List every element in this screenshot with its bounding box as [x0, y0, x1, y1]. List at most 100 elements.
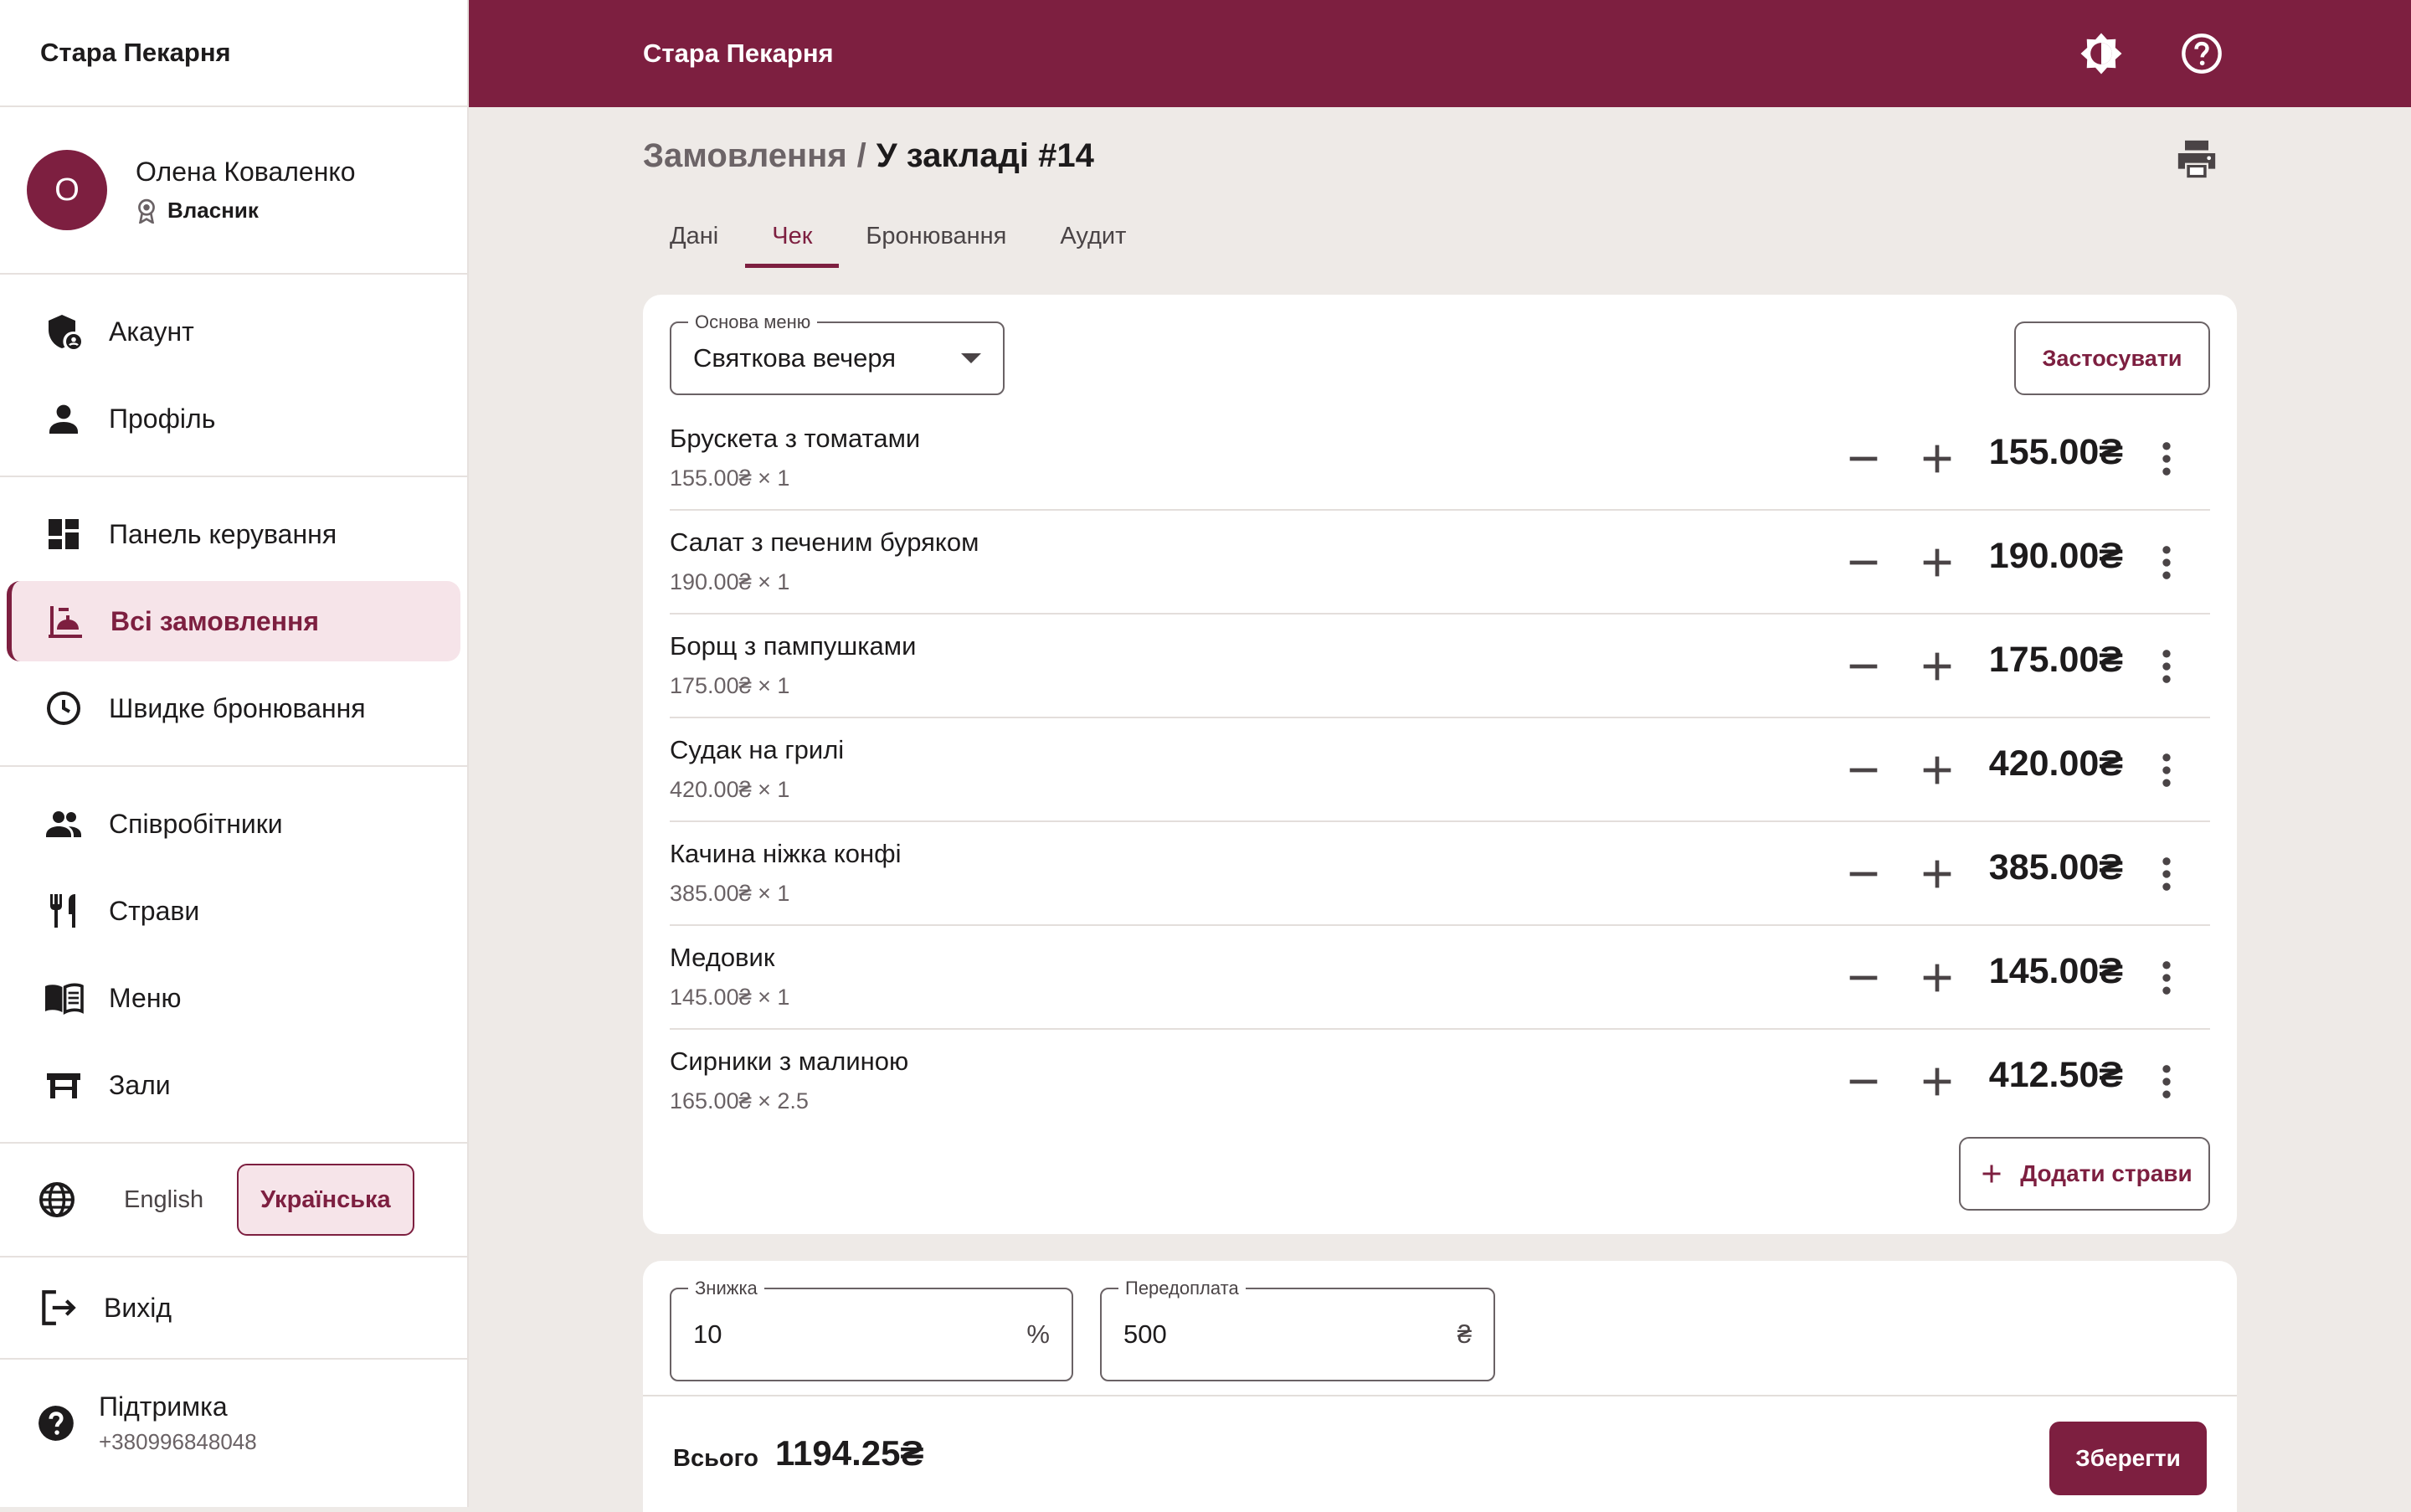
- item-name: Судак на грилі: [670, 735, 845, 764]
- sidebar-item-staff[interactable]: Співробітники: [7, 784, 460, 864]
- logout-button[interactable]: Вихід: [0, 1257, 467, 1360]
- support-title: Підтримка: [99, 1391, 228, 1422]
- item-detail: 155.00₴ × 1: [670, 465, 790, 491]
- nav-group-account: Акаунт Профіль: [0, 275, 467, 477]
- item-name: Борщ з пампушками: [670, 631, 917, 661]
- sidebar-brand: Стара Пекарня: [0, 0, 467, 107]
- brightness-icon: [2080, 33, 2122, 75]
- list-item: Судак на грилі 420.00₴ × 1 420.00₴: [670, 718, 2210, 822]
- plus-icon[interactable]: [1914, 954, 1961, 1001]
- plus-icon[interactable]: [1914, 539, 1961, 586]
- tab-booking[interactable]: Бронювання: [839, 208, 1033, 268]
- tab-receipt[interactable]: Чек: [745, 208, 840, 268]
- plus-icon[interactable]: [1914, 1058, 1961, 1105]
- receipt-items-list: Брускета з томатами 155.00₴ × 1 155.00₴ …: [670, 407, 2210, 1134]
- printer-icon: [2177, 140, 2216, 178]
- item-detail: 175.00₴ × 1: [670, 673, 790, 698]
- discount-suffix: %: [1026, 1319, 1050, 1349]
- item-name: Качина ніжка конфі: [670, 839, 902, 868]
- more-vertical-icon[interactable]: [2143, 1058, 2190, 1105]
- breadcrumb-current: У закладі #14: [876, 137, 1094, 174]
- help-button[interactable]: [2175, 27, 2229, 80]
- minus-icon[interactable]: [1840, 1058, 1887, 1105]
- minus-icon[interactable]: [1840, 643, 1887, 690]
- minus-icon[interactable]: [1840, 539, 1887, 586]
- table-icon: [47, 1073, 80, 1098]
- people-icon: [46, 811, 81, 837]
- sidebar: Стара Пекарня О Олена Коваленко Власник: [0, 0, 469, 1507]
- discount-value: 10: [693, 1319, 722, 1349]
- plus-icon[interactable]: [1914, 851, 1961, 897]
- item-name: Брускета з томатами: [670, 424, 921, 453]
- person-icon: [49, 404, 78, 434]
- shield-account-icon: [49, 315, 81, 349]
- minus-icon[interactable]: [1840, 747, 1887, 794]
- sidebar-item-quick-booking[interactable]: Швидке бронювання: [7, 668, 460, 748]
- user-name: Олена Коваленко: [136, 157, 356, 187]
- menu-base-value: Святкова вечеря: [693, 343, 897, 373]
- user-role-label: Власник: [167, 198, 259, 223]
- add-dishes-button[interactable]: Додати страви: [1959, 1137, 2210, 1211]
- plus-icon[interactable]: [1914, 643, 1961, 690]
- sidebar-item-menu[interactable]: Меню: [7, 958, 460, 1038]
- item-name: Салат з печеним буряком: [670, 527, 979, 557]
- item-detail: 385.00₴ × 1: [670, 881, 790, 906]
- sidebar-item-halls[interactable]: Зали: [7, 1045, 460, 1125]
- save-button[interactable]: Зберегти: [2049, 1422, 2207, 1495]
- sidebar-item-all-orders-label: Всі замовлення: [111, 605, 320, 636]
- sidebar-item-dashboard-label: Панель керування: [109, 518, 337, 549]
- sidebar-item-dishes-label: Страви: [109, 895, 200, 926]
- user-role: Власник: [136, 198, 356, 224]
- sidebar-item-dashboard[interactable]: Панель керування: [7, 494, 460, 574]
- tab-audit[interactable]: Аудит: [1033, 208, 1153, 268]
- discount-field[interactable]: Знижка 10 %: [670, 1278, 1073, 1381]
- theme-toggle-button[interactable]: [2074, 27, 2128, 80]
- apply-button[interactable]: Застосувати: [2014, 321, 2210, 395]
- support-block[interactable]: Підтримка +380996848048: [0, 1360, 467, 1455]
- sidebar-item-quick-booking-label: Швидке бронювання: [109, 692, 366, 723]
- plus-icon[interactable]: [1914, 435, 1961, 482]
- item-detail: 190.00₴ × 1: [670, 569, 790, 594]
- sidebar-item-profile-label: Профіль: [109, 403, 216, 434]
- tab-data[interactable]: Дані: [643, 208, 745, 268]
- orders-icon: [49, 606, 82, 638]
- more-vertical-icon[interactable]: [2143, 747, 2190, 794]
- more-vertical-icon[interactable]: [2143, 539, 2190, 586]
- item-detail: 145.00₴ × 1: [670, 985, 790, 1010]
- menu-base-select[interactable]: Основа меню Святкова вечеря: [670, 311, 1005, 395]
- total-value: 1194.25₴: [775, 1433, 924, 1473]
- item-detail: 165.00₴ × 2.5: [670, 1088, 809, 1113]
- chevron-down-icon: [961, 353, 981, 363]
- tabs: Дані Чек Бронювання Аудит: [643, 208, 1153, 268]
- minus-icon[interactable]: [1840, 435, 1887, 482]
- sidebar-item-profile[interactable]: Профіль: [7, 378, 460, 459]
- sidebar-item-dishes[interactable]: Страви: [7, 871, 460, 951]
- more-vertical-icon[interactable]: [2143, 435, 2190, 482]
- more-vertical-icon[interactable]: [2143, 954, 2190, 1001]
- avatar[interactable]: О: [27, 150, 107, 230]
- logout-label: Вихід: [104, 1292, 172, 1323]
- more-vertical-icon[interactable]: [2143, 643, 2190, 690]
- item-name: Медовик: [670, 943, 775, 972]
- total-bar: Всього 1194.25₴ Зберегти: [643, 1395, 2237, 1512]
- sidebar-item-account[interactable]: Акаунт: [7, 291, 460, 372]
- plus-icon[interactable]: [1914, 747, 1961, 794]
- minus-icon[interactable]: [1840, 851, 1887, 897]
- list-item: Салат з печеним буряком 190.00₴ × 1 190.…: [670, 511, 2210, 615]
- list-item: Медовик 145.00₴ × 1 145.00₴: [670, 926, 2210, 1030]
- language-english-button[interactable]: English: [102, 1164, 225, 1236]
- item-total: 385.00₴: [1988, 847, 2123, 887]
- item-total: 412.50₴: [1988, 1055, 2123, 1095]
- list-item: Качина ніжка конфі 385.00₴ × 1 385.00₴: [670, 822, 2210, 926]
- minus-icon[interactable]: [1840, 954, 1887, 1001]
- logout-icon: [42, 1290, 76, 1325]
- help-icon: [2182, 33, 2222, 74]
- print-button[interactable]: [2173, 136, 2220, 183]
- sidebar-item-all-orders[interactable]: Всі замовлення: [7, 581, 460, 661]
- globe-icon: [39, 1182, 75, 1217]
- breadcrumb-parent[interactable]: Замовлення: [643, 137, 847, 174]
- more-vertical-icon[interactable]: [2143, 851, 2190, 897]
- support-phone: +380996848048: [99, 1429, 257, 1454]
- prepayment-field[interactable]: Передоплата 500 ₴: [1100, 1278, 1495, 1381]
- language-ukrainian-button[interactable]: Українська: [237, 1164, 414, 1236]
